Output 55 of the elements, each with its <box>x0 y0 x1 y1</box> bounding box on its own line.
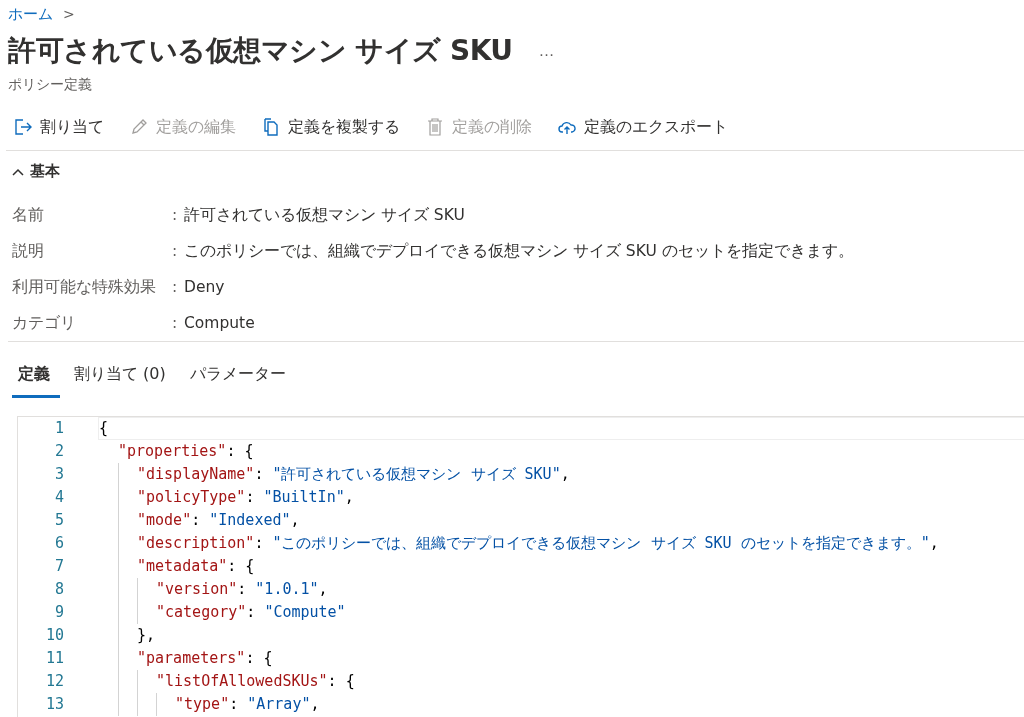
code-line: "metadata": { <box>137 556 255 577</box>
field-value: Compute <box>184 313 256 334</box>
toolbar-button[interactable]: 定義を複製する <box>254 112 408 142</box>
field-label: 説明 <box>12 241 45 262</box>
line-number: 13 <box>44 694 64 715</box>
code-line: }, <box>137 625 156 646</box>
page-subtitle: ポリシー定義 <box>8 75 93 94</box>
code-line: "category": "Compute" <box>156 602 346 623</box>
line-number: 9 <box>53 602 64 623</box>
field-value: 許可されている仮想マシン サイズ SKU <box>184 205 466 226</box>
code-line: "description": "このポリシーでは、組織でデプロイできる仮想マシン サイズ SKU のセットを指定できます。", <box>137 533 939 554</box>
line-number: 6 <box>53 533 64 554</box>
breadcrumb-link[interactable]: ホーム <box>8 4 53 24</box>
line-number: 3 <box>53 464 64 485</box>
tab[interactable]: 定義 <box>12 364 60 398</box>
line-number: 2 <box>53 441 64 462</box>
code-line: "properties": { <box>118 441 254 462</box>
page-title: 許可されている仮想マシン サイズ SKU <box>8 33 513 69</box>
box-arrow-icon <box>14 118 32 136</box>
toolbar-button[interactable]: 割り当て <box>6 112 112 142</box>
code-line: "mode": "Indexed", <box>137 510 300 531</box>
field-value: Deny <box>184 277 226 298</box>
chevron-up-icon <box>12 167 24 176</box>
breadcrumb-separator: > <box>63 6 75 22</box>
line-number: 5 <box>53 510 64 531</box>
code-line: "policyType": "BuiltIn", <box>137 487 354 508</box>
section-toggle[interactable]: 基本 <box>8 152 64 191</box>
tab[interactable]: パラメーター <box>183 364 296 398</box>
code-line: "parameters": { <box>137 648 273 669</box>
line-number: 7 <box>53 556 64 577</box>
colon: : <box>172 313 179 334</box>
field-label: 名前 <box>12 205 45 226</box>
code-line: "listOfAllowedSKUs": { <box>156 671 355 692</box>
line-number: 4 <box>53 487 64 508</box>
code-line: "type": "Array", <box>175 694 320 715</box>
colon: : <box>172 205 179 226</box>
tab[interactable]: 割り当て (0) <box>68 364 176 398</box>
line-number: 12 <box>44 671 64 692</box>
field-label: カテゴリ <box>12 313 77 334</box>
line-number: 11 <box>44 648 64 669</box>
line-number: 1 <box>53 418 64 439</box>
field-value: このポリシーでは、組織でデプロイできる仮想マシン サイズ SKU のセットを指定できます。 <box>184 241 855 262</box>
colon: : <box>172 241 179 262</box>
more-button[interactable]: … <box>534 42 559 60</box>
colon: : <box>172 277 179 298</box>
copy-icon <box>262 118 280 136</box>
field-label: 利用可能な特殊効果 <box>12 277 157 298</box>
trash-icon <box>426 118 444 136</box>
line-number: 10 <box>44 625 64 646</box>
pencil-icon <box>130 118 148 136</box>
code-line: { <box>99 418 109 439</box>
code-line: "displayName": "許可されている仮想マシン サイズ SKU", <box>137 464 570 485</box>
code-line: "version": "1.0.1", <box>156 579 328 600</box>
line-number: 8 <box>53 579 64 600</box>
toolbar-button[interactable]: 定義のエクスポート <box>550 112 736 142</box>
